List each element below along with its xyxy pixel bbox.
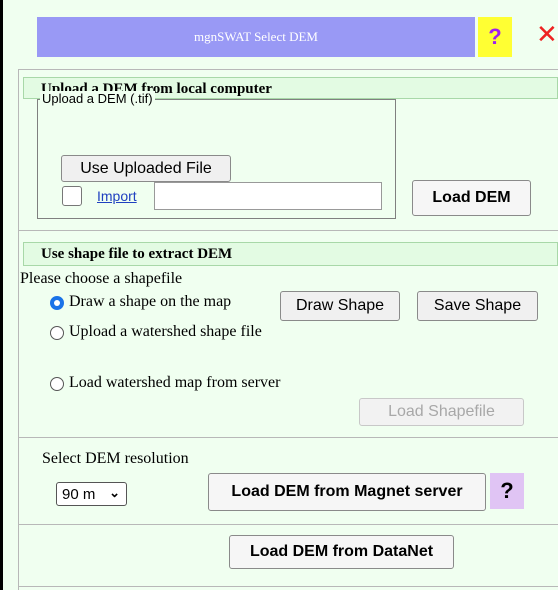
save-shape-button[interactable]: Save Shape — [417, 291, 538, 321]
resolution-select[interactable]: 90 m ⌄ — [56, 482, 127, 506]
left-border — [0, 0, 3, 590]
resolution-label: Select DEM resolution — [42, 450, 189, 467]
load-dem-magnet-button[interactable]: Load DEM from Magnet server — [208, 473, 486, 511]
upload-fieldset-legend: Upload a DEM (.tif) — [40, 91, 155, 107]
divider — [18, 69, 558, 70]
shape-section-heading-text: Use shape file to extract DEM — [41, 246, 233, 262]
divider — [18, 524, 558, 525]
shapefile-prompt: Please choose a shapefile — [20, 270, 183, 287]
radio-upload-watershed-label: Upload a watershed shape file — [69, 323, 262, 340]
load-dem-datanet-button[interactable]: Load DEM from DataNet — [229, 535, 454, 569]
divider — [18, 230, 558, 231]
magnet-help-icon[interactable]: ? — [490, 473, 524, 509]
divider — [18, 586, 558, 587]
shape-section-heading: Use shape file to extract DEM — [23, 242, 558, 266]
load-dem-button[interactable]: Load DEM — [412, 180, 531, 216]
draw-shape-button[interactable]: Draw Shape — [280, 291, 400, 321]
load-shapefile-button[interactable]: Load Shapefile — [359, 398, 524, 426]
radio-upload-watershed[interactable] — [50, 326, 64, 340]
use-uploaded-file-button[interactable]: Use Uploaded File — [61, 155, 231, 182]
frame-left-line — [18, 69, 19, 590]
radio-draw-shape[interactable] — [50, 296, 64, 310]
import-link[interactable]: Import — [97, 188, 137, 204]
resolution-select-value: 90 m — [62, 485, 96, 503]
select-dem-dialog: mgnSWAT Select DEM ? ✕ Upload a DEM from… — [0, 0, 558, 590]
chevron-down-icon: ⌄ — [109, 485, 120, 500]
dialog-title: mgnSWAT Select DEM — [37, 17, 475, 57]
help-question-icon[interactable]: ? — [478, 17, 512, 57]
import-checkbox[interactable] — [62, 186, 82, 206]
close-icon[interactable]: ✕ — [536, 19, 558, 49]
radio-load-from-server[interactable] — [50, 377, 64, 391]
radio-draw-shape-label: Draw a shape on the map — [69, 293, 232, 310]
radio-load-from-server-label: Load watershed map from server — [69, 374, 281, 391]
file-path-input[interactable] — [154, 182, 382, 210]
dialog-title-text: mgnSWAT Select DEM — [194, 29, 318, 44]
divider — [18, 437, 558, 438]
